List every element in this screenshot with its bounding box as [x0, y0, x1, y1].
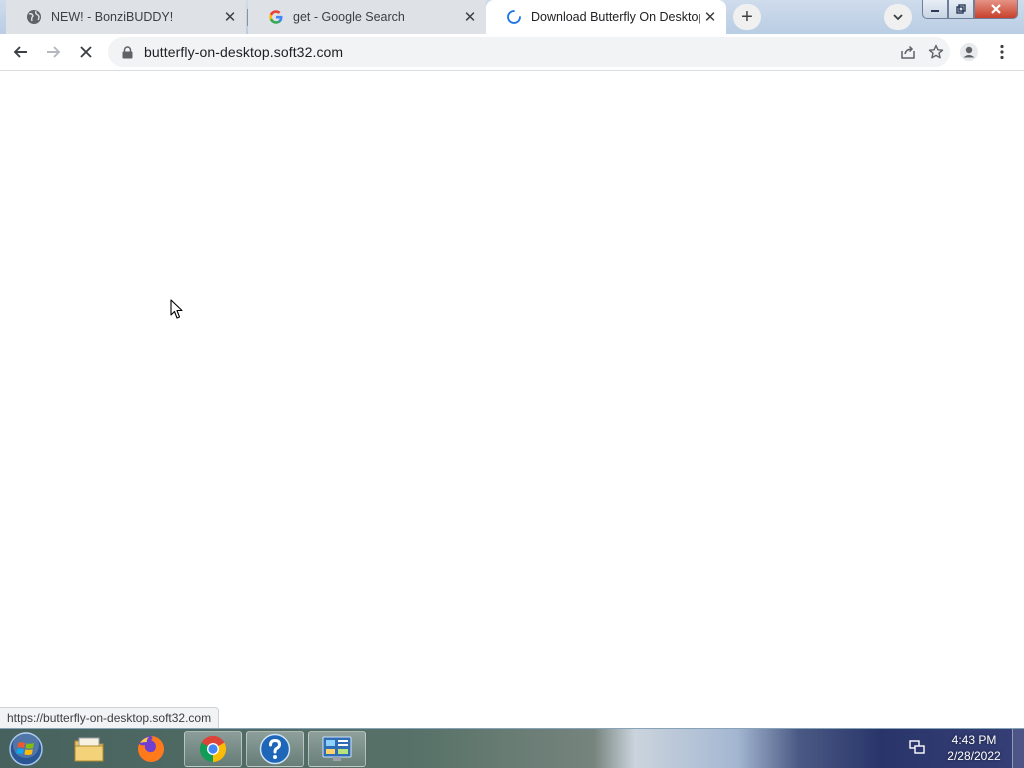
menu-button[interactable]	[988, 38, 1016, 66]
file-explorer-icon	[74, 737, 104, 762]
close-tab-icon[interactable]: ✕	[700, 7, 720, 27]
link-status-bubble: https://butterfly-on-desktop.soft32.com	[0, 707, 220, 728]
mouse-cursor-icon	[170, 299, 184, 325]
close-tab-icon[interactable]: ✕	[220, 7, 240, 27]
profile-button[interactable]	[955, 38, 983, 66]
back-button[interactable]	[7, 38, 35, 66]
firefox-icon	[138, 736, 164, 762]
lock-icon[interactable]	[120, 45, 134, 59]
show-desktop-button[interactable]	[1012, 729, 1024, 768]
minimize-button[interactable]	[922, 0, 948, 19]
tab-title: get - Google Search	[293, 10, 405, 24]
google-g-icon	[268, 9, 284, 25]
tab-butterfly-download[interactable]: Download Butterfly On Desktop ✕	[486, 0, 726, 34]
close-window-button[interactable]	[974, 0, 1018, 19]
tab-google-search[interactable]: get - Google Search ✕	[248, 0, 486, 34]
tab-search-button[interactable]	[884, 4, 912, 30]
taskbar-help[interactable]	[246, 731, 304, 767]
taskbar-file-explorer[interactable]	[60, 731, 118, 767]
close-icon	[991, 4, 1001, 14]
bookmark-star-icon[interactable]	[922, 38, 950, 66]
share-icon[interactable]	[894, 38, 922, 66]
windows-orb-icon	[9, 732, 43, 766]
system-tray	[908, 731, 926, 767]
control-panel-icon	[322, 736, 352, 761]
windows-taskbar: 4:43 PM 2/28/2022	[0, 728, 1024, 768]
restore-button[interactable]	[948, 0, 974, 19]
browser-toolbar: butterfly-on-desktop.soft32.com	[0, 34, 1024, 71]
address-bar[interactable]: butterfly-on-desktop.soft32.com	[108, 37, 950, 67]
window-controls	[922, 0, 1018, 20]
stop-button[interactable]	[72, 38, 100, 66]
help-icon	[259, 733, 291, 765]
tab-bonzibuddy[interactable]: NEW! - BonziBUDDY! ✕	[6, 0, 246, 34]
close-tab-icon[interactable]: ✕	[460, 7, 480, 27]
plus-icon: +	[741, 5, 753, 28]
globe-icon	[26, 9, 42, 25]
taskbar-chrome[interactable]	[184, 731, 242, 767]
url-text[interactable]: butterfly-on-desktop.soft32.com	[144, 44, 894, 60]
forward-arrow-icon	[47, 46, 61, 58]
tab-title: Download Butterfly On Desktop	[531, 10, 700, 24]
stop-loading-icon	[80, 46, 92, 58]
chrome-icon	[199, 735, 227, 763]
profile-icon	[960, 43, 978, 61]
taskbar-clock[interactable]: 4:43 PM 2/28/2022	[938, 732, 1010, 766]
taskbar-control-panel[interactable]	[308, 731, 366, 767]
minimize-icon	[931, 10, 939, 12]
start-button[interactable]	[6, 731, 46, 767]
kebab-menu-icon	[1000, 44, 1004, 60]
chevron-down-icon	[893, 14, 903, 21]
new-tab-button[interactable]: +	[733, 4, 761, 30]
restore-icon	[956, 4, 966, 14]
taskbar-firefox[interactable]	[122, 731, 180, 767]
tab-title: NEW! - BonziBUDDY!	[51, 10, 174, 24]
clock-date: 2/28/2022	[947, 749, 1001, 763]
browser-titlebar: NEW! - BonziBUDDY! ✕ get - Google Search…	[0, 0, 1024, 34]
page-content	[0, 71, 1024, 728]
clock-time: 4:43 PM	[951, 733, 997, 747]
network-icon[interactable]	[908, 738, 926, 761]
loading-spinner-icon	[506, 9, 522, 25]
forward-button[interactable]	[39, 38, 67, 66]
back-arrow-icon	[13, 46, 27, 58]
